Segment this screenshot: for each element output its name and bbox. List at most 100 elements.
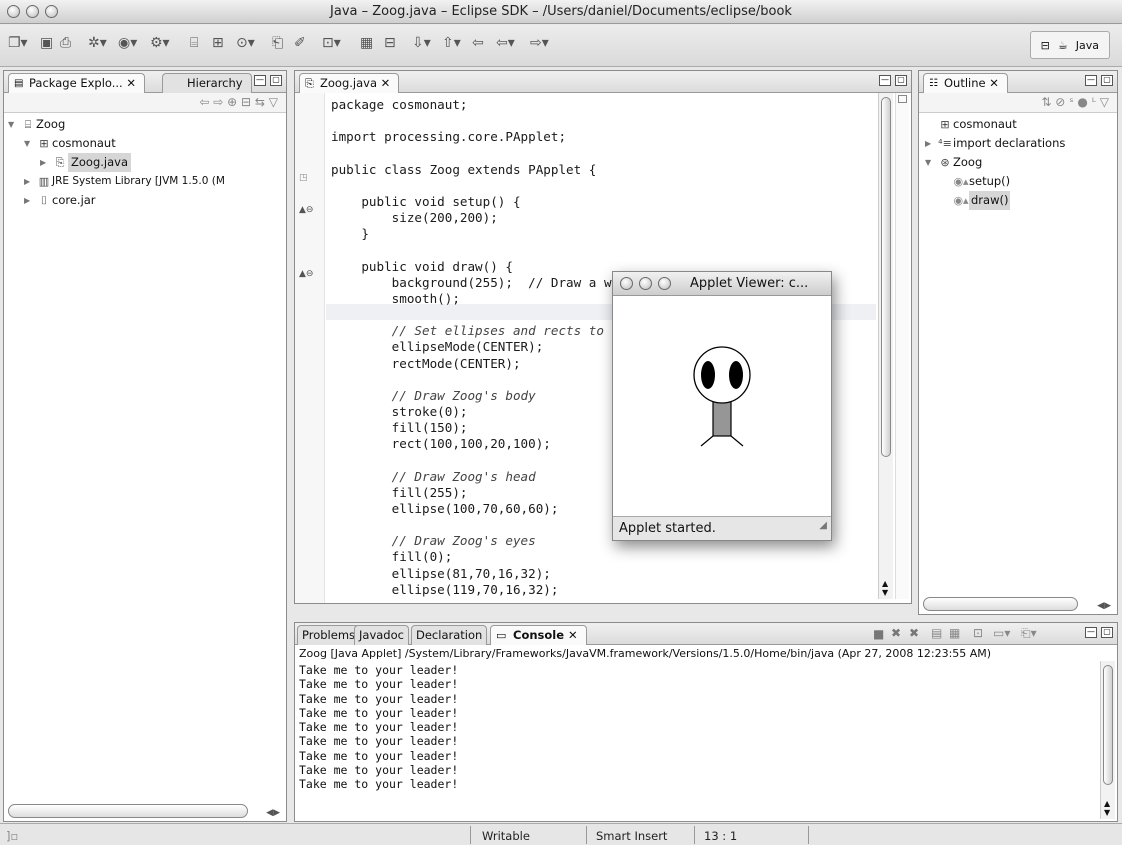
fast-view-icon[interactable]: ]▫ [6,829,18,843]
expanded-twistie-icon[interactable]: ▼ [24,134,36,153]
remove-all-icon[interactable]: ✖ [909,626,919,640]
link-editor-icon[interactable]: ⇆ [255,95,265,109]
new-package-icon[interactable]: ⊞ [212,33,224,53]
fold-collapse-icon[interactable]: ▲⊖ [299,205,313,215]
forward-nav-icon[interactable]: ⇨ [213,95,223,109]
collapsed-twistie-icon[interactable]: ▶ [40,153,52,172]
outline-item[interactable]: ⊞ cosmonaut [925,115,1065,134]
tree-item-jar[interactable]: ▶ ⌷ core.jar [8,191,225,210]
code-line[interactable]: package cosmonaut; [331,97,873,113]
tab-hierarchy[interactable]: Hierarchy [162,73,252,93]
console-vscrollbar[interactable]: ▲ ▼ [1100,661,1115,819]
code-line[interactable]: fill(0); [331,549,873,565]
annotation-icon[interactable]: ⊡▾ [322,33,341,53]
external-tools-icon[interactable]: ⚙▾ [150,33,170,53]
minimize-window-icon[interactable] [639,277,652,290]
code-line[interactable]: } [331,226,873,242]
toggle-mark-icon[interactable]: ▦ [360,33,373,53]
tab-problems[interactable]: Problems [297,625,361,645]
view-menu-icon[interactable]: ▽ [1100,95,1109,109]
show-whitespace-icon[interactable]: ⊟ [384,33,396,53]
print-icon[interactable]: ⎙ [60,33,71,53]
console-scroll-thumb[interactable] [1103,665,1113,785]
scroll-lock-icon[interactable]: ▦ [949,626,960,640]
close-window-icon[interactable] [620,277,633,290]
outline-item[interactable]: ◉▴ draw() [925,191,1065,210]
last-edit-icon[interactable]: ⇦ [472,33,484,53]
new-java-project-icon[interactable]: ⌸ [190,33,198,53]
applet-viewer-window[interactable]: Applet Viewer: c... Applet started. ◢ [612,271,832,541]
tree-item-package[interactable]: ▼ ⊞ cosmonaut [8,134,225,153]
overview-ruler[interactable] [895,93,909,599]
collapsed-twistie-icon[interactable]: ▶ [925,134,937,153]
collapsed-twistie-icon[interactable]: ▶ [24,172,36,191]
minimize-view-icon[interactable]: — [879,75,891,86]
perspective-switcher[interactable]: ⊟ ☕ Java [1029,31,1110,59]
code-line[interactable] [331,242,873,258]
code-line[interactable]: public class Zoog extends PApplet { [331,162,873,178]
minimize-view-icon[interactable]: — [254,75,266,86]
previous-annotation-icon[interactable]: ⇧▾ [442,33,461,53]
clear-console-icon[interactable]: ▤ [931,626,942,640]
code-line[interactable]: ellipse(81,70,16,32); [331,566,873,582]
search-icon[interactable]: ✐ [294,33,306,53]
maximize-view-icon[interactable]: ▢ [1101,627,1113,638]
display-console-icon[interactable]: ▭▾ [993,626,1010,640]
minimize-view-icon[interactable]: — [1085,627,1097,638]
zoom-window-icon[interactable] [658,277,671,290]
tab-zoog-java[interactable]: ⎘ Zoog.java ✕ [299,73,400,93]
tab-javadoc[interactable]: Javadoc [354,625,409,645]
hide-fields-icon[interactable]: ⊘ [1055,95,1065,109]
scroll-arrows-icon[interactable]: ◀▶ [1097,601,1111,611]
code-line[interactable]: size(200,200); [331,210,873,226]
open-perspective-icon[interactable]: ⊟ [1041,39,1050,52]
back-nav-icon[interactable]: ⇦ [199,95,209,109]
tab-package-explorer[interactable]: ▤ Package Explo... ✕ [8,73,145,93]
collapse-all-icon[interactable]: ⊟ [241,95,251,109]
scroll-arrows-icon[interactable]: ▲ ▼ [882,579,888,597]
code-line[interactable] [331,178,873,194]
scroll-arrows-icon[interactable]: ◀▶ [266,808,280,818]
scroll-arrows-icon[interactable]: ▲ ▼ [1104,799,1110,817]
open-console-icon[interactable]: ⎗▾ [1021,626,1037,641]
editor-scroll-thumb[interactable] [881,97,891,457]
remove-launch-icon[interactable]: ✖ [891,626,901,640]
go-into-icon[interactable]: ⊕ [227,95,237,109]
maximize-view-icon[interactable]: ▢ [1101,75,1113,86]
maximize-view-icon[interactable]: ▢ [270,75,282,86]
code-line[interactable]: ellipse(119,70,16,32); [331,582,873,598]
new-icon[interactable]: ❐▾ [8,33,28,53]
outline-item[interactable]: ▶ ⁴≡ import declarations [925,134,1065,153]
open-type-icon[interactable]: ⎗ [272,33,283,53]
collapsed-twistie-icon[interactable]: ▶ [24,191,36,210]
hide-local-types-icon[interactable]: ᴸ [1092,95,1096,109]
tree-item-project[interactable]: ▼ ⌸ Zoog [8,115,225,134]
pin-console-icon[interactable]: ⊡ [973,626,983,640]
code-line[interactable]: public void setup() { [331,194,873,210]
override-marker-icon[interactable]: ◳ [299,173,308,183]
package-explorer-hscrollbar[interactable] [8,804,248,818]
run-icon[interactable]: ◉▾ [118,33,137,53]
next-annotation-icon[interactable]: ⇩▾ [412,33,431,53]
console-output[interactable]: Take me to your leader! Take me to your l… [299,663,1097,799]
tab-declaration[interactable]: Declaration [411,625,488,645]
fold-collapse-icon[interactable]: ▲⊖ [299,269,313,279]
code-line[interactable] [331,145,873,161]
sort-icon[interactable]: ⇅ [1041,95,1051,109]
editor-vscrollbar[interactable]: ▲ ▼ [878,93,893,599]
hide-nonpublic-icon[interactable]: ● [1077,95,1087,109]
code-line[interactable]: import processing.core.PApplet; [331,129,873,145]
forward-icon[interactable]: ⇨▾ [530,33,549,53]
new-class-icon[interactable]: ⊙▾ [236,33,255,53]
expanded-twistie-icon[interactable]: ▼ [925,153,937,172]
tab-console[interactable]: ▭ Console ✕ [490,625,587,645]
outline-hscrollbar[interactable] [923,597,1078,611]
outline-item[interactable]: ▼ ⊛ Zoog [925,153,1065,172]
tree-item-java-file[interactable]: ▶ ⎘ Zoog.java [8,153,225,172]
back-icon[interactable]: ⇦▾ [496,33,515,53]
outline-item[interactable]: ◉▴ setup() [925,172,1065,191]
applet-titlebar[interactable]: Applet Viewer: c... [613,272,831,296]
resize-grip-icon[interactable]: ◢ [819,514,827,538]
expanded-twistie-icon[interactable]: ▼ [8,115,20,134]
tree-item-jre-library[interactable]: ▶ ▥ JRE System Library [JVM 1.5.0 (M [8,172,225,191]
